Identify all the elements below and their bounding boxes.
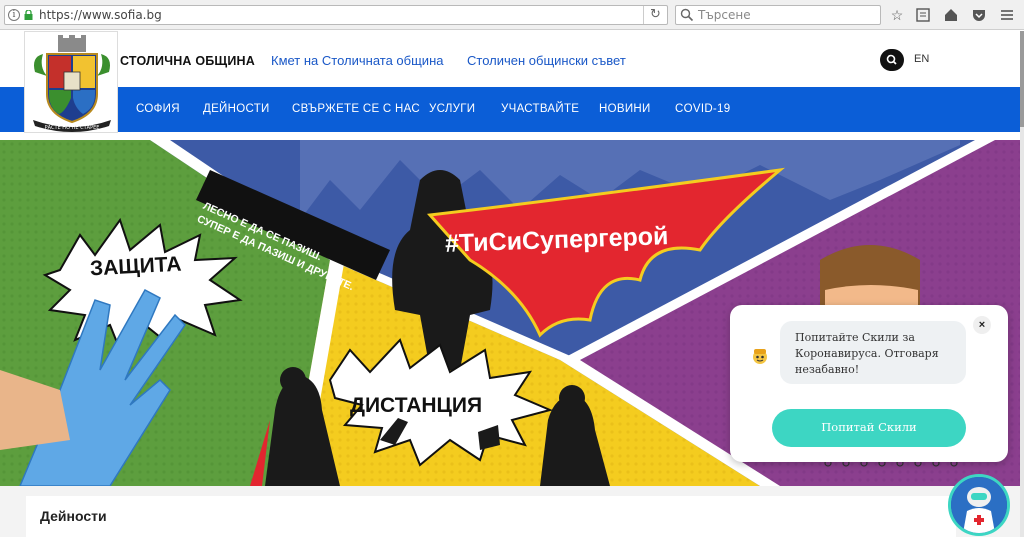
bookmark-star-icon[interactable]: ☆ [888, 6, 906, 24]
chatbot-avatar-icon [753, 349, 767, 364]
nav-item-activities[interactable]: ДЕЙНОСТИ [203, 103, 270, 115]
robot-doctor-icon [951, 477, 1007, 533]
nav-item-contact[interactable]: СВЪРЖЕТЕ СЕ С НАС [292, 103, 420, 115]
reload-icon[interactable]: ↻ [643, 6, 667, 24]
mayor-link[interactable]: Кмет на Столичната община [271, 53, 443, 68]
browser-search-input[interactable]: Търсене [675, 5, 881, 25]
language-switch[interactable]: EN [914, 53, 929, 65]
nav-item-sofia[interactable]: СОФИЯ [136, 103, 180, 115]
nav-item-covid[interactable]: COVID-19 [675, 103, 730, 115]
info-icon[interactable]: i [8, 9, 20, 21]
home-icon[interactable] [942, 6, 960, 24]
coat-of-arms-icon: РАСТЕ НО НЕ СТАРЕЕ [33, 35, 111, 132]
city-council-link[interactable]: Столичен общински съвет [467, 53, 626, 68]
activities-heading: Дейности [40, 508, 107, 524]
menu-icon[interactable] [998, 6, 1016, 24]
activities-card [26, 496, 956, 537]
hero-label-distance: ДИСТАНЦИЯ [350, 394, 483, 417]
lock-icon [24, 10, 33, 20]
site-search-button[interactable] [880, 49, 904, 71]
reading-list-icon[interactable] [914, 6, 932, 24]
ask-skili-button-label[interactable]: Попитай Скили [772, 420, 966, 434]
nav-item-services[interactable]: УСЛУГИ [429, 103, 475, 115]
nav-item-participate[interactable]: УЧАСТВАЙТЕ [501, 103, 579, 115]
browser-toolbar: i https://www.sofia.bg ↻ Търсене ☆ [0, 0, 1024, 30]
pocket-icon[interactable] [970, 6, 988, 24]
chat-close-button[interactable]: × [973, 316, 991, 334]
sofia-coat-of-arms-logo[interactable]: РАСТЕ НО НЕ СТАРЕЕ [24, 31, 118, 133]
nav-item-news[interactable]: НОВИНИ [599, 103, 651, 115]
url-text: https://www.sofia.bg [39, 8, 162, 22]
chat-message-text: Попитайте Скили за Коронавируса. Отговар… [795, 331, 939, 376]
scrollbar-thumb[interactable] [1020, 31, 1024, 127]
hero-label-protection: ЗАЩИТА [89, 252, 183, 281]
search-icon [680, 8, 694, 22]
brand-title[interactable]: СТОЛИЧНА ОБЩИНА [120, 54, 255, 68]
address-bar[interactable]: i https://www.sofia.bg ↻ [4, 5, 668, 25]
svg-text:РАСТЕ НО НЕ СТАРЕЕ: РАСТЕ НО НЕ СТАРЕЕ [45, 125, 100, 131]
search-placeholder: Търсене [698, 8, 751, 22]
chatbot-launcher[interactable] [948, 474, 1010, 536]
search-icon [886, 54, 897, 65]
